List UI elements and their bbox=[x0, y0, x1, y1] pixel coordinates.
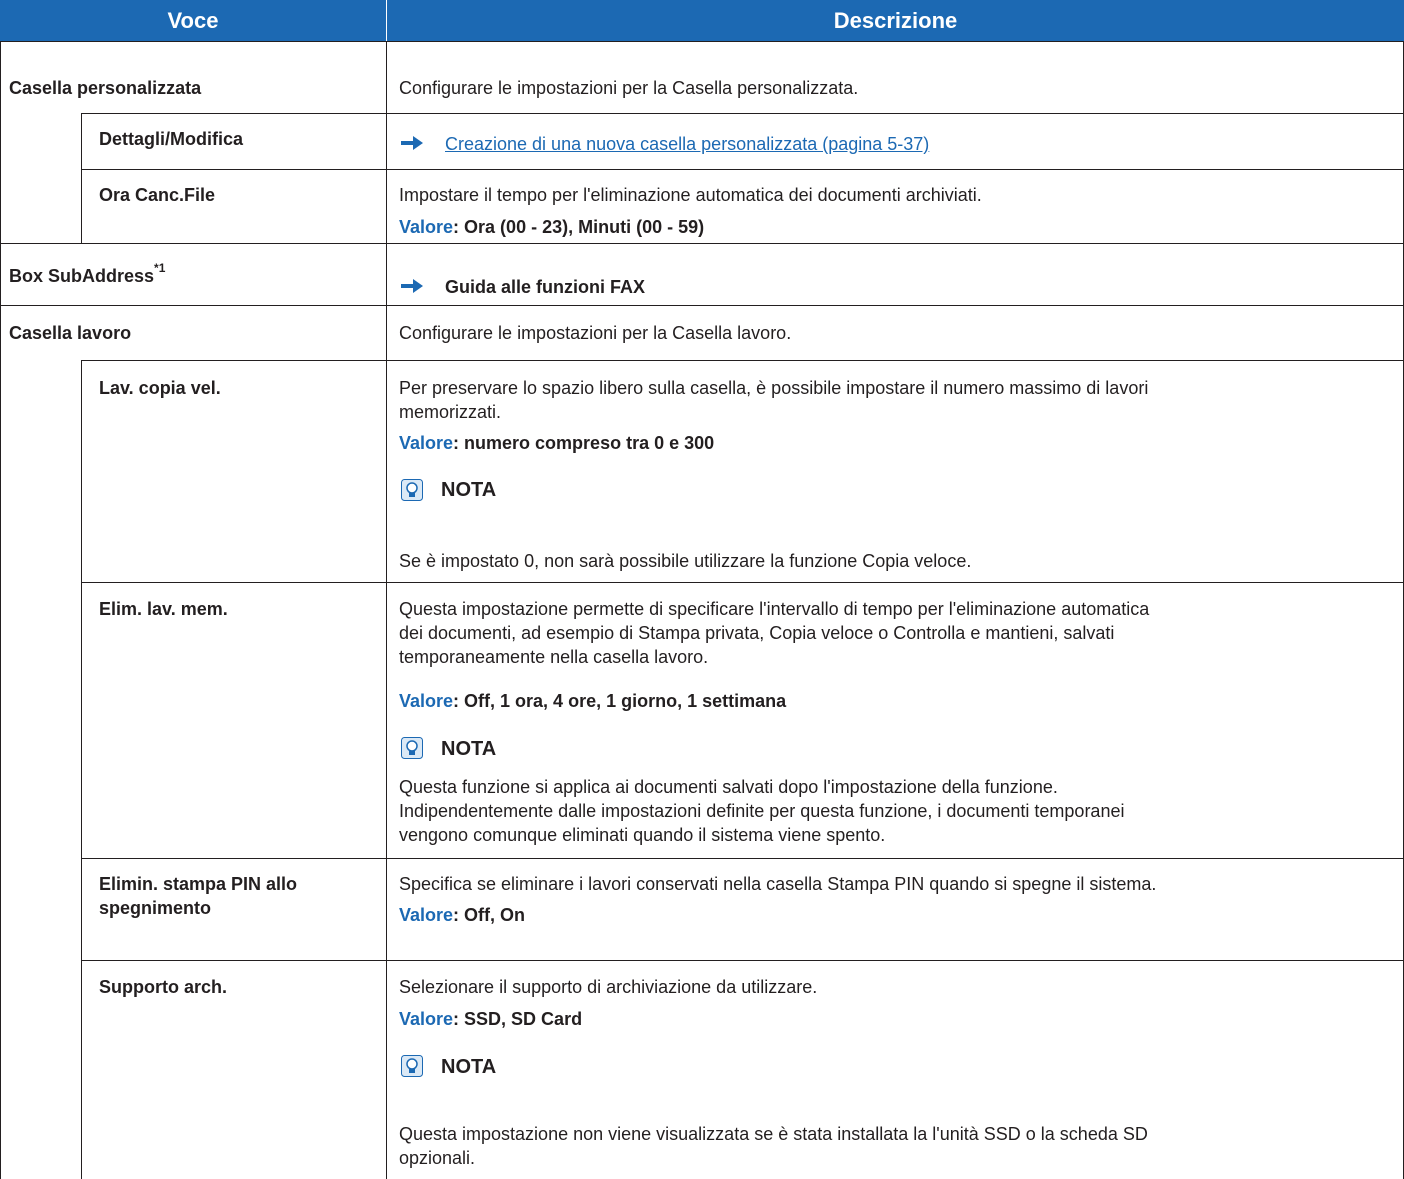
value-line: Valore: Ora (00 - 23), Minuti (00 - 59) bbox=[399, 216, 704, 238]
value-line: Valore: numero compreso tra 0 e 300 bbox=[399, 432, 714, 454]
indent-divider bbox=[81, 360, 82, 1179]
row-description: Configurare le impostazioni per la Casel… bbox=[399, 323, 792, 343]
row-label-box-subaddress: Box SubAddress*1 bbox=[9, 260, 165, 287]
row-description-line: Questa impostazione permette di specific… bbox=[399, 599, 1150, 619]
note-text-line: Indipendentemente dalle impostazioni def… bbox=[399, 801, 1125, 821]
row-divider bbox=[81, 169, 1404, 170]
value-text: : Off, On bbox=[453, 905, 526, 925]
value-text: : SSD, SD Card bbox=[453, 1009, 583, 1029]
footnote-marker: *1 bbox=[154, 261, 166, 275]
value-line: Valore: Off, On bbox=[399, 904, 525, 926]
row-label-supporto-arch: Supporto arch. bbox=[99, 977, 228, 997]
fax-guide-reference: Guida alle funzioni FAX bbox=[445, 277, 646, 297]
value-label: Valore bbox=[399, 691, 454, 711]
note-text-line: Questa impostazione non viene visualizza… bbox=[399, 1124, 1148, 1144]
note-text-line: opzionali. bbox=[399, 1148, 476, 1168]
row-divider bbox=[81, 858, 1404, 859]
column-header-descrizione: Descrizione bbox=[387, 0, 1404, 41]
row-divider bbox=[81, 113, 1404, 114]
value-label: Valore bbox=[399, 905, 454, 925]
lightbulb-icon bbox=[401, 1055, 423, 1077]
table-border-left bbox=[0, 41, 1, 1179]
note-heading: NOTA bbox=[441, 479, 497, 501]
value-label: Valore bbox=[399, 433, 454, 453]
row-label-casella-lavoro: Casella lavoro bbox=[9, 323, 132, 343]
row-divider bbox=[0, 243, 1404, 244]
note-text-line: Questa funzione si applica ai documenti … bbox=[399, 777, 1058, 797]
row-divider bbox=[0, 41, 1404, 42]
row-label-elim-lav-mem: Elim. lav. mem. bbox=[99, 599, 228, 619]
row-label-dettagli-modifica: Dettagli/Modifica bbox=[99, 129, 244, 149]
row-divider bbox=[81, 960, 1404, 961]
row-divider bbox=[0, 305, 1404, 306]
value-label: Valore bbox=[399, 217, 454, 237]
row-description: Configurare le impostazioni per la Casel… bbox=[399, 78, 859, 98]
row-label-elimin-stampa-pin-line2: spegnimento bbox=[99, 898, 212, 918]
lightbulb-icon bbox=[401, 737, 423, 759]
row-description: Specifica se eliminare i lavori conserva… bbox=[399, 874, 1157, 894]
value-text: : Off, 1 ora, 4 ore, 1 giorno, 1 settima… bbox=[453, 691, 787, 711]
note-text-line: vengono comunque eliminati quando il sis… bbox=[399, 825, 886, 845]
cross-reference-link[interactable]: Creazione di una nuova casella personali… bbox=[445, 133, 929, 155]
value-text: : Ora (00 - 23), Minuti (00 - 59) bbox=[453, 217, 705, 237]
row-description-line: dei documenti, ad esempio di Stampa priv… bbox=[399, 623, 1115, 643]
row-label-ora-canc-file: Ora Canc.File bbox=[99, 185, 216, 205]
arrow-right-icon bbox=[401, 279, 423, 293]
row-label-casella-personalizzata: Casella personalizzata bbox=[9, 78, 202, 98]
value-text: : numero compreso tra 0 e 300 bbox=[453, 433, 715, 453]
note-heading: NOTA bbox=[441, 738, 497, 760]
row-divider bbox=[81, 582, 1404, 583]
row-divider bbox=[81, 360, 1404, 361]
note-heading: NOTA bbox=[441, 1056, 497, 1078]
column-divider bbox=[386, 41, 387, 1179]
value-line: Valore: SSD, SD Card bbox=[399, 1008, 582, 1030]
row-label-elimin-stampa-pin: Elimin. stampa PIN allo bbox=[99, 874, 298, 894]
settings-table: Voce Descrizione Casella personalizzata … bbox=[0, 0, 1404, 1179]
box-subaddress-label: Box SubAddress bbox=[9, 266, 155, 286]
row-description: Impostare il tempo per l'eliminazione au… bbox=[399, 185, 982, 205]
column-header-voce: Voce bbox=[0, 0, 386, 41]
row-description: Selezionare il supporto di archiviazione… bbox=[399, 977, 818, 997]
note-text: Se è impostato 0, non sarà possibile uti… bbox=[399, 551, 972, 571]
value-line: Valore: Off, 1 ora, 4 ore, 1 giorno, 1 s… bbox=[399, 690, 786, 712]
indent-divider bbox=[81, 113, 82, 243]
row-description-line: Per preservare lo spazio libero sulla ca… bbox=[399, 378, 1149, 398]
row-description-line: temporaneamente nella casella lavoro. bbox=[399, 647, 709, 667]
row-label-lav-copia-vel: Lav. copia vel. bbox=[99, 378, 221, 398]
value-label: Valore bbox=[399, 1009, 454, 1029]
arrow-right-icon bbox=[401, 136, 423, 150]
lightbulb-icon bbox=[401, 479, 423, 501]
row-description-line: memorizzati. bbox=[399, 402, 502, 422]
